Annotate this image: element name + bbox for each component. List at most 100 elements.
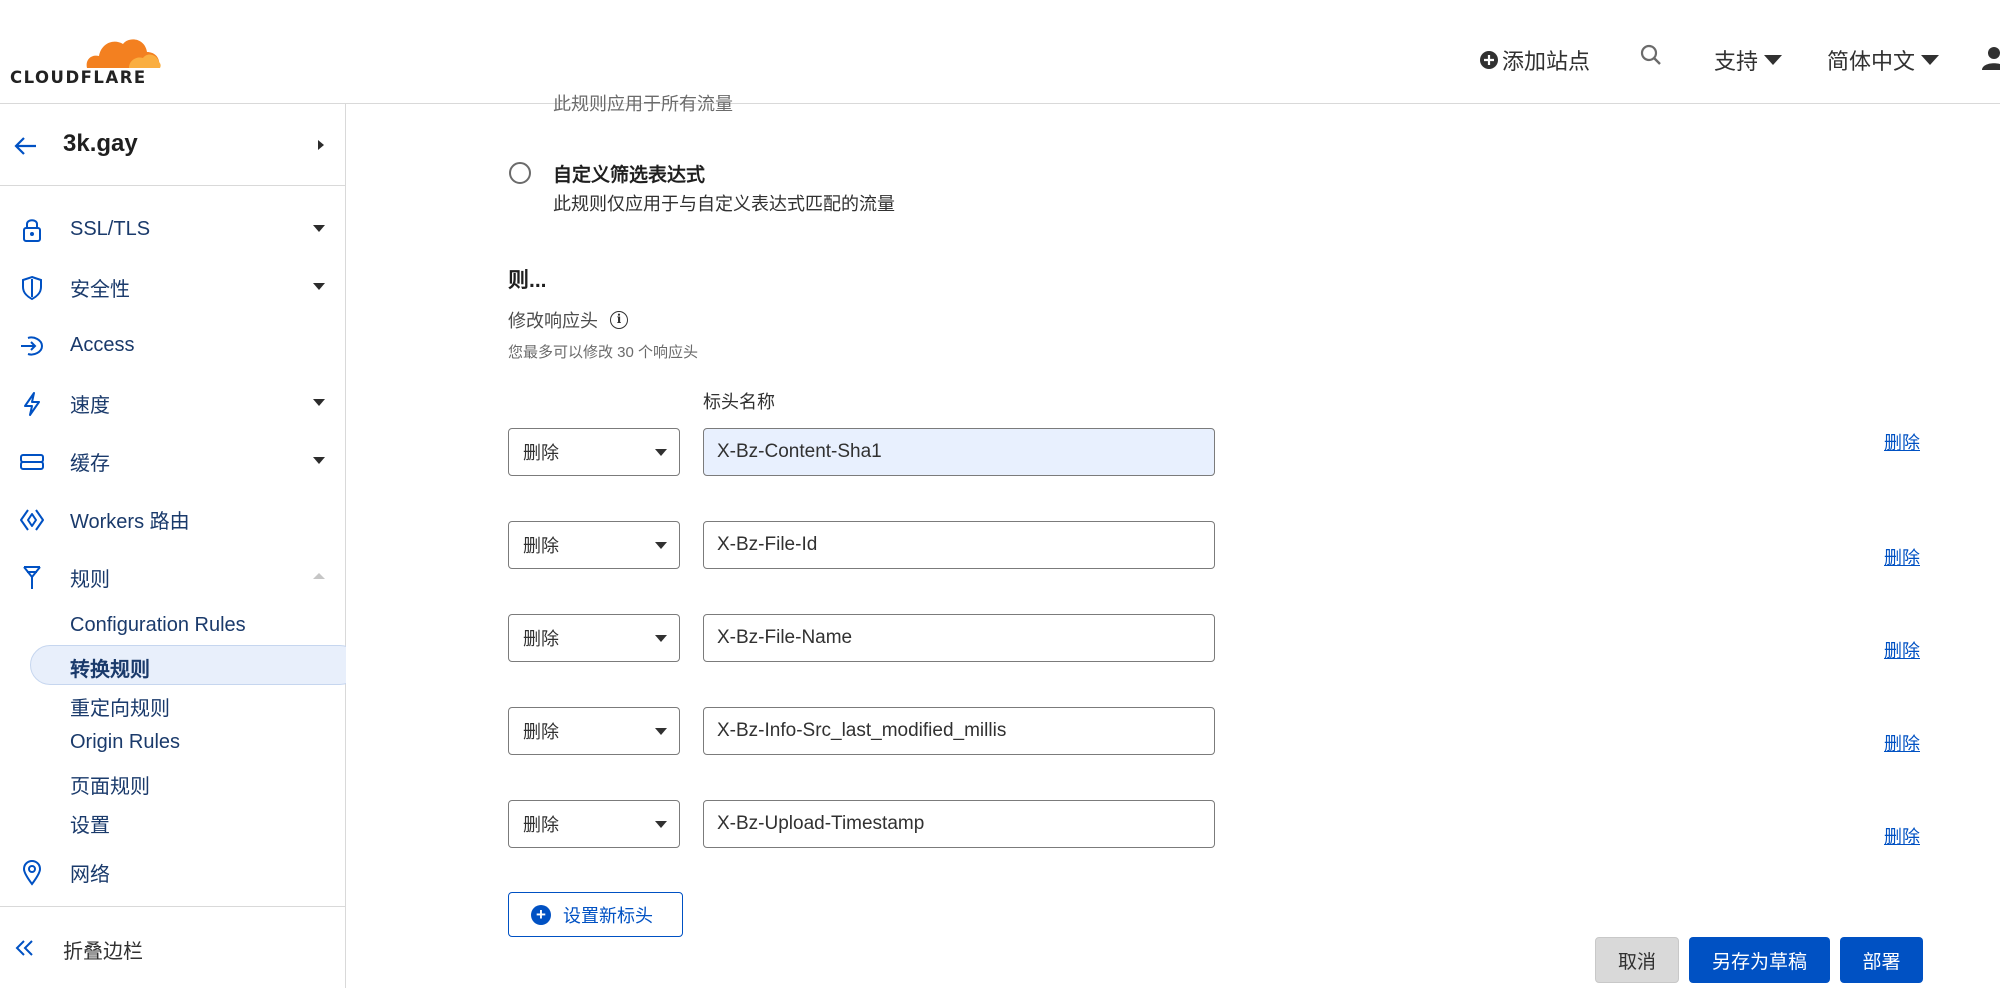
chevron-right-icon[interactable] xyxy=(316,138,326,152)
sidebar-item-label: 安全性 xyxy=(70,278,130,301)
header-limit-text: 您最多可以修改 30 个响应头 xyxy=(508,344,699,361)
custom-filter-desc: 此规则仅应用于与自定义表达式匹配的流量 xyxy=(553,194,895,214)
user-icon xyxy=(1982,47,2000,70)
chevron-down-icon xyxy=(313,457,325,464)
header-name-input[interactable]: X-Bz-Content-Sha1 xyxy=(703,428,1215,476)
sidebar-subitem-page-rules[interactable]: 页面规则 xyxy=(70,770,150,799)
sidebar-item-label: Workers 路由 xyxy=(70,510,190,533)
sidebar-subitem-settings[interactable]: 设置 xyxy=(70,809,110,838)
logo-text: CLOUDFLARE xyxy=(10,68,147,87)
chevron-down-icon xyxy=(655,635,667,642)
chevron-down-icon xyxy=(313,283,325,290)
custom-filter-title: 自定义筛选表达式 xyxy=(553,165,706,186)
sidebar-subitem-redirect-rules[interactable]: 重定向规则 xyxy=(70,692,170,721)
zone-header: 3k.gay xyxy=(0,104,345,186)
remove-row-link[interactable]: 删除 xyxy=(1884,544,1920,570)
sidebar-item-cache[interactable]: 缓存 xyxy=(0,436,345,486)
sidebar-item-speed[interactable]: 速度 xyxy=(0,378,345,428)
support-menu[interactable]: 支持 xyxy=(1714,44,1783,76)
plus-circle-icon xyxy=(1480,51,1498,69)
sidebar-item-ssl-tls[interactable]: SSL/TLS xyxy=(0,204,345,254)
modify-label-text: 修改响应头 xyxy=(508,311,598,331)
operation-select[interactable]: 删除 xyxy=(508,521,680,569)
operation-select[interactable]: 删除 xyxy=(508,428,680,476)
sidebar-item-label: Access xyxy=(70,333,135,356)
main-content: 此规则应用于所有流量 自定义筛选表达式 此规则仅应用于与自定义表达式匹配的流量 … xyxy=(346,94,2000,988)
search-button[interactable] xyxy=(1640,44,1662,66)
sidebar-item-label: SSL/TLS xyxy=(70,217,151,240)
cloud-logo-icon xyxy=(86,39,161,68)
all-traffic-desc: 此规则应用于所有流量 xyxy=(553,94,733,114)
zone-name[interactable]: 3k.gay xyxy=(63,130,138,158)
shield-icon xyxy=(22,275,42,301)
custom-filter-radio[interactable] xyxy=(509,162,531,184)
then-heading: 则... xyxy=(508,269,547,292)
language-menu[interactable]: 简体中文 xyxy=(1827,44,1940,76)
header-name-input[interactable]: X-Bz-Upload-Timestamp xyxy=(703,800,1215,848)
cloudflare-logo[interactable]: CLOUDFLARE xyxy=(10,30,161,87)
support-label: 支持 xyxy=(1714,49,1759,74)
lightning-icon xyxy=(24,392,40,416)
remove-row-link[interactable]: 删除 xyxy=(1884,823,1920,849)
lock-icon xyxy=(23,219,41,242)
chevron-down-icon xyxy=(655,821,667,828)
rules-icon xyxy=(23,566,41,589)
sidebar-item-access[interactable]: Access xyxy=(0,320,345,370)
top-bar: CLOUDFLARE 添加站点 支持 简体中文 xyxy=(0,0,2000,104)
sidebar-subitem-configuration-rules[interactable]: Configuration Rules xyxy=(70,614,246,637)
plus-circle-icon: + xyxy=(531,904,551,925)
header-name-input[interactable]: X-Bz-File-Name xyxy=(703,614,1215,662)
deploy-button[interactable]: 部署 xyxy=(1840,937,1923,983)
sidebar-item-security[interactable]: 安全性 xyxy=(0,262,345,312)
chevron-up-icon xyxy=(313,573,325,579)
operation-value: 删除 xyxy=(523,536,559,556)
chevron-down-icon xyxy=(1764,55,1783,65)
location-icon xyxy=(22,859,42,886)
remove-row-link[interactable]: 删除 xyxy=(1884,429,1920,455)
operation-select[interactable]: 删除 xyxy=(508,707,680,755)
add-header-label: 设置新标头 xyxy=(563,905,653,926)
sidebar-subitem-origin-rules[interactable]: Origin Rules xyxy=(70,731,180,754)
operation-value: 删除 xyxy=(523,722,559,742)
sidebar: 3k.gay SSL/TLS 安全性 Access 速度 缓存 Workers … xyxy=(0,104,360,988)
access-icon xyxy=(21,336,44,356)
collapse-sidebar-label: 折叠边栏 xyxy=(63,941,143,963)
sidebar-subitem-transform-rules[interactable]: 转换规则 xyxy=(70,653,150,682)
sidebar-item-rules[interactable]: 规则 xyxy=(0,552,345,602)
chevron-down-icon xyxy=(313,225,325,232)
search-icon xyxy=(1640,44,1661,65)
sidebar-item-workers-routes[interactable]: Workers 路由 xyxy=(0,494,345,544)
workers-icon xyxy=(20,509,44,531)
sidebar-item-label: 缓存 xyxy=(70,452,110,475)
add-header-button[interactable]: + 设置新标头 xyxy=(508,892,683,937)
operation-select[interactable]: 删除 xyxy=(508,614,680,662)
save-draft-button[interactable]: 另存为草稿 xyxy=(1689,937,1830,983)
language-label: 简体中文 xyxy=(1827,49,1916,74)
remove-row-link[interactable]: 删除 xyxy=(1884,637,1920,663)
operation-value: 删除 xyxy=(523,629,559,649)
header-name-input[interactable]: X-Bz-File-Id xyxy=(703,521,1215,569)
collapse-sidebar-button[interactable]: 折叠边栏 xyxy=(0,906,345,988)
operation-select[interactable]: 删除 xyxy=(508,800,680,848)
cancel-button[interactable]: 取消 xyxy=(1595,937,1679,983)
sidebar-item-label: 规则 xyxy=(70,568,110,591)
header-name-column-label: 标头名称 xyxy=(703,392,775,412)
sidebar-item-label: 速度 xyxy=(70,394,110,417)
header-name-input[interactable]: X-Bz-Info-Src_last_modified_millis xyxy=(703,707,1215,755)
operation-value: 删除 xyxy=(523,443,559,463)
cache-icon xyxy=(20,454,44,470)
remove-row-link[interactable]: 删除 xyxy=(1884,730,1920,756)
operation-value: 删除 xyxy=(523,815,559,835)
sidebar-item-network[interactable]: 网络 xyxy=(0,847,345,897)
add-site-button[interactable]: 添加站点 xyxy=(1480,44,1590,76)
add-site-label: 添加站点 xyxy=(1502,49,1591,74)
chevron-down-icon xyxy=(655,542,667,549)
chevron-down-icon xyxy=(1921,55,1940,65)
chevron-down-icon xyxy=(655,449,667,456)
info-icon[interactable]: i xyxy=(610,311,628,329)
modify-response-header-label: 修改响应头 i xyxy=(508,307,628,333)
chevron-down-icon xyxy=(313,399,325,406)
user-menu[interactable] xyxy=(1982,46,2000,70)
back-arrow-icon[interactable] xyxy=(12,134,40,158)
sidebar-item-label: 网络 xyxy=(70,863,110,886)
